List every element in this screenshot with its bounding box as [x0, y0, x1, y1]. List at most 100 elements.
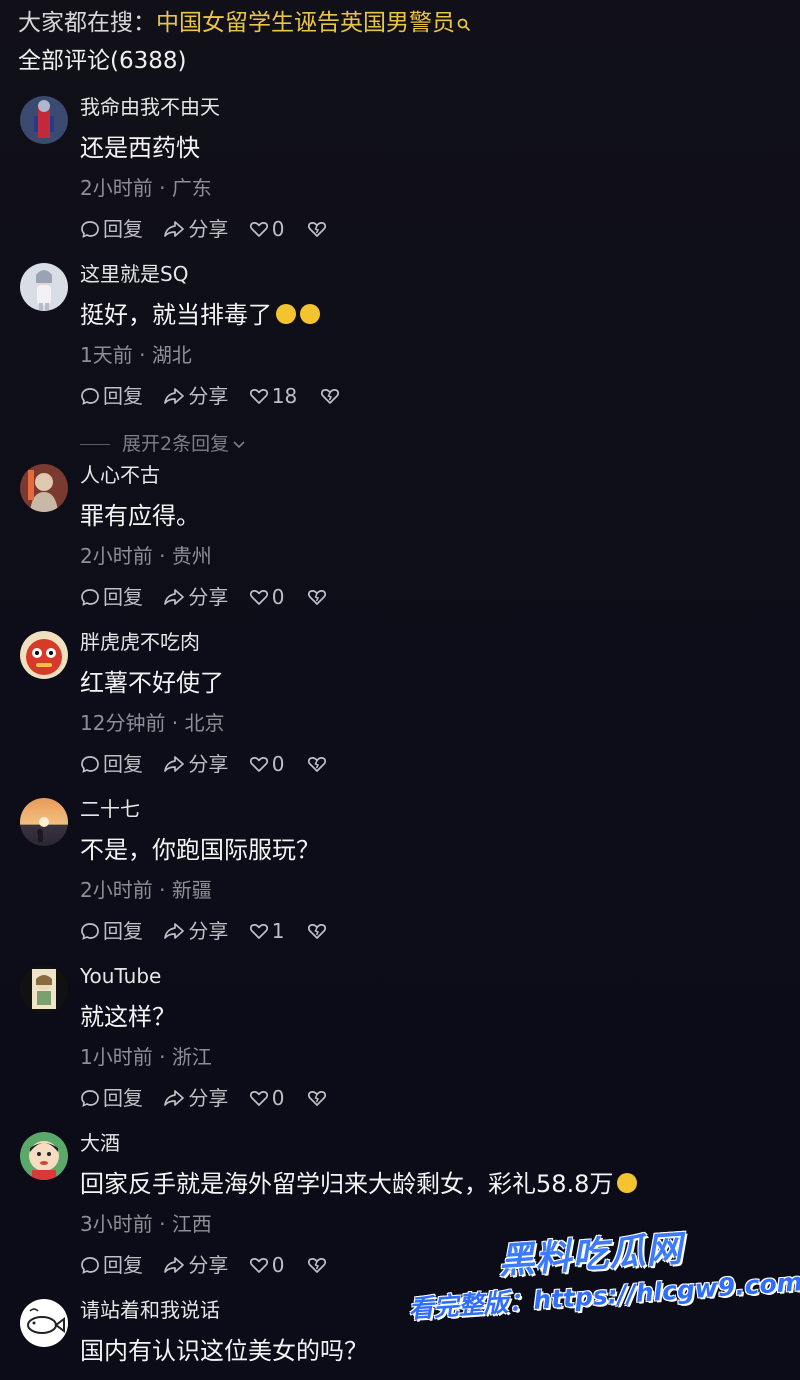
share-label: 分享: [188, 585, 229, 609]
comment-username[interactable]: 大酒: [80, 1130, 120, 1156]
avatar[interactable]: [20, 1132, 68, 1180]
share-icon: [164, 756, 185, 772]
comment-time: 3小时前: [80, 1212, 153, 1236]
comment-username[interactable]: 请站着和我说话: [80, 1297, 220, 1323]
share-icon: [164, 1257, 185, 1273]
share-icon: [164, 388, 185, 404]
share-button[interactable]: 分享: [163, 383, 228, 409]
comments-page: 大家都在搜：中国女留学生诬告英国男警员 全部评论(6388) 我命由我不由天 还…: [0, 0, 800, 1380]
reply-button[interactable]: 回复: [80, 1085, 143, 1111]
like-count: 18: [271, 384, 298, 408]
like-button[interactable]: 0: [249, 1085, 284, 1111]
share-button[interactable]: 分享: [163, 918, 228, 944]
comment-text-body: 回家反手就是海外留学归来大龄剩女，彩礼58.8万: [80, 1170, 614, 1198]
search-suggestion[interactable]: 大家都在搜：中国女留学生诬告英国男警员: [18, 8, 473, 38]
comment-time: 2小时前: [80, 544, 153, 568]
comment-item: 人心不古 罪有应得。 2小时前 · 贵州 回复 分享 0: [0, 460, 800, 620]
avatar[interactable]: [20, 631, 68, 679]
share-icon: [164, 923, 185, 939]
comment-username[interactable]: 我命由我不由天: [80, 94, 220, 120]
comment-text: 挺好，就当排毒了: [80, 299, 320, 331]
like-count: 1: [271, 919, 285, 943]
comment-actions: 回复 分享 0: [80, 216, 327, 242]
broken-heart-icon: [320, 389, 339, 404]
dislike-button[interactable]: [307, 1255, 327, 1275]
avatar[interactable]: [20, 464, 68, 512]
reply-label: 回复: [103, 752, 143, 776]
avatar[interactable]: [20, 965, 68, 1013]
share-button[interactable]: 分享: [163, 1085, 228, 1111]
broken-heart-icon: [307, 924, 326, 939]
comment-actions: 回复 分享 0: [80, 1252, 327, 1278]
share-icon: [164, 589, 185, 605]
dislike-button[interactable]: [307, 921, 327, 941]
heart-icon: [249, 1091, 268, 1106]
comment-actions: 回复 分享 1: [80, 918, 327, 944]
comment-actions: 回复 分享 0: [80, 751, 327, 777]
comment-meta: 2小时前 · 新疆: [80, 878, 212, 902]
dislike-button[interactable]: [307, 219, 327, 239]
comment-text-body: 挺好，就当排毒了: [80, 301, 272, 329]
thinking-emoji-icon: [617, 1173, 638, 1193]
comment-item: 胖虎虎不吃肉 红薯不好使了 12分钟前 · 北京 回复 分享 0: [0, 627, 800, 787]
comment-item: YouTube 就这样？ 1小时前 · 浙江 回复 分享 0: [0, 961, 800, 1121]
avatar[interactable]: [20, 1299, 68, 1347]
reply-button[interactable]: 回复: [80, 751, 143, 777]
comment-location: 北京: [184, 711, 225, 735]
share-label: 分享: [188, 752, 229, 776]
comment-username[interactable]: YouTube: [80, 963, 161, 989]
comment-actions: 回复 分享 0: [80, 584, 327, 610]
comment-meta: 2小时前 · 贵州: [80, 544, 212, 568]
comment-item: 这里就是SQ 挺好，就当排毒了 1天前 · 湖北 回复 分享 18 展开2条回复: [0, 259, 800, 459]
heart-icon: [249, 924, 268, 939]
dislike-button[interactable]: [320, 386, 340, 406]
laughing-crying-emoji-icon: [276, 304, 296, 324]
reply-button[interactable]: 回复: [80, 1252, 143, 1278]
like-button[interactable]: 1: [249, 918, 285, 944]
comment-actions: 回复 分享 18: [80, 383, 340, 409]
comment-actions: 回复 分享 0: [80, 1085, 327, 1111]
broken-heart-icon: [307, 222, 326, 237]
avatar[interactable]: [20, 96, 68, 144]
reply-button[interactable]: 回复: [80, 918, 143, 944]
search-prefix: 大家都在搜：: [18, 10, 156, 36]
reply-icon: [81, 756, 99, 773]
share-button[interactable]: 分享: [163, 1252, 228, 1278]
comment-username[interactable]: 胖虎虎不吃肉: [80, 629, 200, 655]
heart-icon: [249, 389, 268, 404]
dislike-button[interactable]: [307, 754, 327, 774]
divider: [80, 443, 110, 445]
search-topic-link[interactable]: 中国女留学生诬告英国男警员: [156, 10, 455, 36]
share-label: 分享: [188, 919, 229, 943]
like-button[interactable]: 0: [249, 1252, 284, 1278]
comment-text-body: 红薯不好使了: [80, 669, 224, 697]
comment-text: 国内有认识这位美女的吗？: [80, 1335, 368, 1367]
reply-icon: [81, 221, 99, 238]
like-button[interactable]: 0: [249, 751, 285, 777]
like-count: 0: [271, 752, 285, 776]
comment-location: 江西: [171, 1212, 212, 1236]
reply-button[interactable]: 回复: [80, 584, 143, 610]
dislike-button[interactable]: [307, 1088, 327, 1108]
like-button[interactable]: 0: [249, 216, 284, 242]
like-button[interactable]: 0: [249, 584, 284, 610]
share-label: 分享: [188, 217, 229, 241]
comment-username[interactable]: 这里就是SQ: [80, 261, 188, 287]
comment-username[interactable]: 二十七: [80, 796, 140, 822]
comment-text-body: 国内有认识这位美女的吗？: [80, 1337, 368, 1365]
share-button[interactable]: 分享: [163, 216, 228, 242]
reply-label: 回复: [103, 384, 143, 408]
like-button[interactable]: 18: [249, 383, 297, 409]
comment-username[interactable]: 人心不古: [80, 462, 160, 488]
share-button[interactable]: 分享: [163, 584, 228, 610]
avatar[interactable]: [20, 798, 68, 846]
expand-replies-button[interactable]: 展开2条回复: [80, 431, 247, 457]
dislike-button[interactable]: [307, 587, 327, 607]
share-icon: [164, 221, 185, 237]
comment-time: 1小时前: [80, 1045, 153, 1069]
share-button[interactable]: 分享: [163, 751, 228, 777]
share-label: 分享: [188, 1253, 229, 1277]
avatar[interactable]: [20, 263, 68, 311]
reply-button[interactable]: 回复: [80, 383, 143, 409]
reply-button[interactable]: 回复: [80, 216, 143, 242]
